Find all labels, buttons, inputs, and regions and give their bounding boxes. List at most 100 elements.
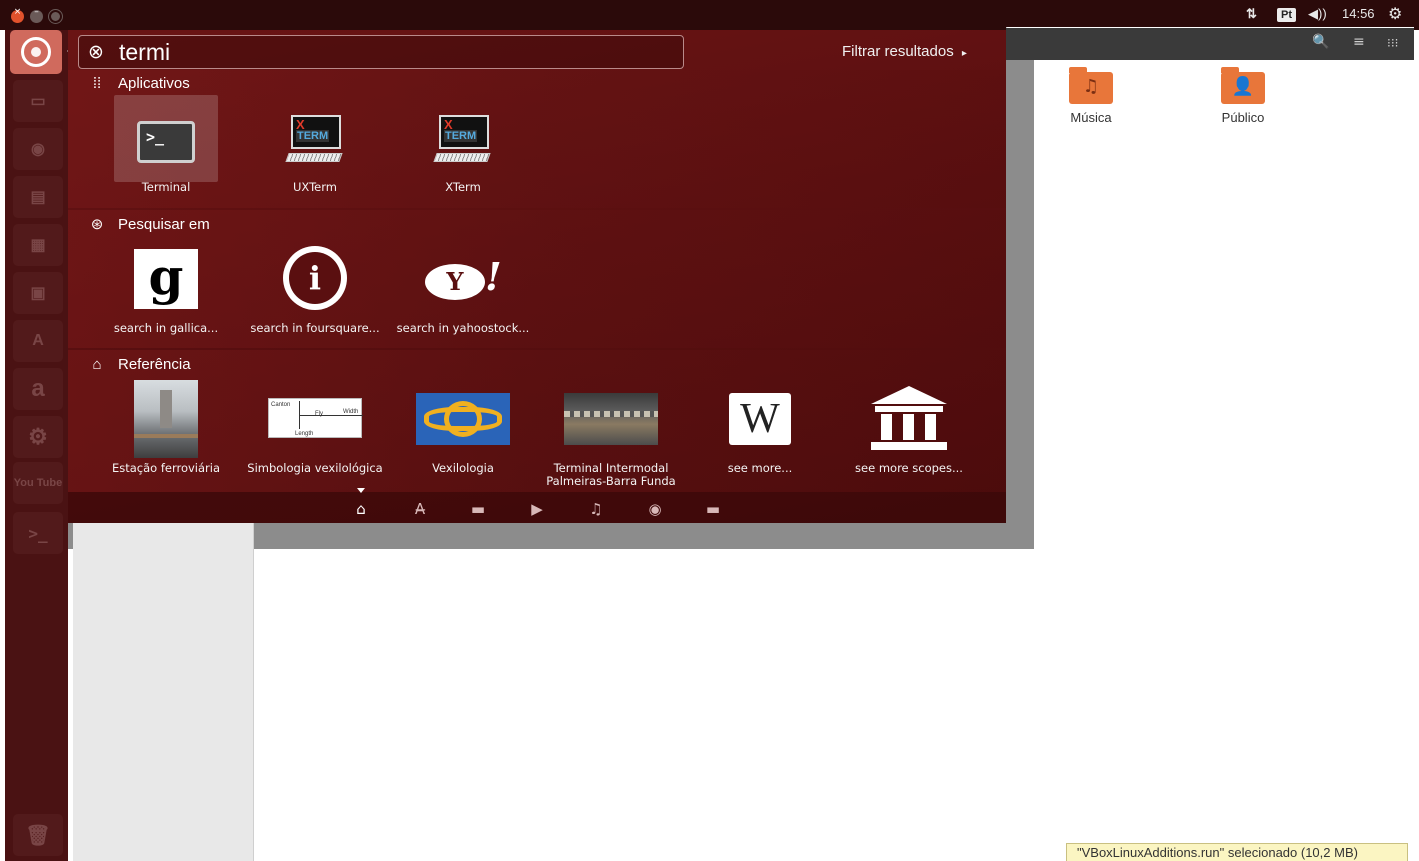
software-center-icon: A — [32, 332, 44, 349]
calc-icon: ▦ — [30, 237, 46, 254]
lower-window — [68, 549, 1414, 861]
trash-icon: 🗑 — [25, 824, 51, 847]
filter-results-button[interactable]: Filtrar resultados ▸ — [842, 43, 967, 60]
minimize-icon: – — [34, 7, 39, 17]
session-gear-icon[interactable]: ⚙ — [1388, 4, 1402, 24]
launcher-item-system-settings[interactable]: ⚙ — [13, 416, 63, 458]
folder-label: Público — [1221, 110, 1265, 125]
top-panel: × – ⇅ Pt ◀)) 14:56 ⚙ — [0, 0, 1419, 30]
terminal-photo — [564, 393, 658, 445]
gallica-icon: g — [134, 249, 198, 309]
window-frame — [1006, 60, 1034, 549]
launcher-item-terminal[interactable]: >_ — [13, 512, 63, 554]
public-folder-icon: 👤 — [1221, 67, 1265, 104]
settings-icon: ⚙ — [28, 424, 48, 449]
result-label: see more scopes... — [855, 461, 963, 475]
impress-icon: ▣ — [30, 285, 46, 302]
result-label: search in yahoostock... — [396, 321, 530, 335]
search-in-category-icon: ⊛ — [90, 216, 104, 233]
writer-icon: ▤ — [30, 189, 46, 206]
folder-label: Música — [1070, 110, 1112, 125]
reference-result-simbologia[interactable]: Canton Fly Width Length Simbologia vexil… — [245, 380, 385, 480]
window-maximize-button[interactable] — [49, 10, 62, 23]
section-header-search-in[interactable]: ⊛ Pesquisar em — [88, 215, 210, 234]
active-lens-indicator — [357, 488, 365, 493]
search-in-yahoostock[interactable]: Y ! search in yahoostock... — [393, 246, 533, 346]
result-label: search in foursquare... — [250, 321, 380, 335]
xterm-icon: X TERM — [433, 115, 491, 165]
vexillology-flag-image — [416, 393, 510, 445]
clock[interactable]: 14:56 — [1342, 6, 1375, 21]
result-label: UXTerm — [293, 180, 337, 194]
firefox-icon: ◉ — [31, 141, 45, 158]
app-result-uxterm[interactable]: X TERM UXTerm — [245, 115, 385, 218]
music-lens-icon[interactable]: ♫ — [584, 500, 608, 518]
section-title: Pesquisar em — [118, 215, 210, 233]
launcher-item-writer[interactable]: ▤ — [13, 176, 63, 218]
video-lens-icon[interactable]: ▶ — [525, 500, 549, 518]
wikipedia-icon: W — [729, 393, 791, 445]
app-result-terminal[interactable]: >_ Terminal — [96, 118, 236, 218]
triangle-right-icon: ▸ — [961, 48, 967, 59]
dash-search-box[interactable]: ⊗ — [78, 35, 684, 69]
apps-category-icon: ⁞⁞ — [92, 75, 102, 92]
section-header-apps[interactable]: ⁞⁞ Aplicativos — [88, 75, 190, 92]
result-label: XTerm — [445, 180, 481, 194]
search-in-gallica[interactable]: g search in gallica... — [96, 246, 236, 346]
list-view-icon[interactable]: ≡ — [1353, 34, 1365, 50]
window-minimize-button[interactable]: – — [30, 7, 43, 23]
result-label: Vexilologia — [432, 461, 494, 475]
ubuntu-logo-icon — [21, 37, 51, 67]
photos-lens-icon[interactable]: ◉ — [643, 500, 667, 518]
folder-musica[interactable]: ♫ Música — [1046, 67, 1136, 125]
search-icon[interactable]: 🔍 — [1312, 34, 1329, 50]
station-photo — [134, 380, 198, 458]
amazon-icon: a — [31, 375, 45, 402]
launcher-item-firefox[interactable]: ◉ — [13, 128, 63, 170]
reference-result-terminal-intermodal[interactable]: Terminal Intermodal Palmeiras-Barra Fund… — [541, 380, 681, 488]
launcher-dash-button[interactable] — [10, 30, 62, 74]
grid-view-icon[interactable]: ⁝⁝⁝ — [1387, 36, 1398, 50]
youtube-icon: You Tube — [13, 476, 63, 489]
close-icon: × — [13, 7, 22, 17]
music-folder-icon: ♫ — [1069, 67, 1113, 104]
dash: ⊗ Filtrar resultados ▸ ⁞⁞ Aplicativos >_… — [68, 30, 1006, 523]
app-result-xterm[interactable]: X TERM XTerm — [393, 115, 533, 218]
launcher-item-software-center[interactable]: A — [13, 320, 63, 362]
result-label: Simbologia vexilológica — [247, 461, 383, 475]
section-header-reference[interactable]: ⌂ Referência — [88, 356, 191, 373]
scopes-building-icon — [869, 386, 949, 452]
sound-icon[interactable]: ◀)) — [1308, 6, 1327, 22]
lower-window-sidebar — [73, 523, 254, 861]
folder-publico[interactable]: 👤 Público — [1198, 67, 1288, 125]
files-lens-icon[interactable]: ▬ — [466, 500, 490, 518]
keyboard-language-indicator[interactable]: Pt — [1277, 8, 1296, 22]
reference-category-icon: ⌂ — [92, 356, 102, 373]
result-label: Terminal — [141, 180, 191, 194]
result-label: Estação ferroviária — [111, 461, 221, 475]
home-lens-icon[interactable]: ⌂ — [349, 500, 373, 518]
section-title: Referência — [118, 356, 191, 373]
launcher-item-impress[interactable]: ▣ — [13, 272, 63, 314]
reference-result-vexilologia[interactable]: Vexilologia — [393, 380, 533, 480]
reference-see-more[interactable]: W see more... — [690, 380, 830, 480]
reference-see-more-scopes[interactable]: see more scopes... — [839, 380, 979, 480]
window-close-button[interactable]: × — [11, 7, 24, 23]
search-in-foursquare[interactable]: i search in foursquare... — [245, 246, 385, 346]
applications-lens-icon[interactable]: A̶ — [408, 500, 432, 518]
clear-search-icon[interactable]: ⊗ — [88, 41, 104, 63]
file-manager-toolbar-edge — [1006, 28, 1034, 60]
launcher-item-calc[interactable]: ▦ — [13, 224, 63, 266]
reference-result-estacao[interactable]: Estação ferroviária — [96, 380, 236, 480]
yahoo-icon: Y ! — [423, 254, 503, 304]
launcher-item-trash[interactable]: 🗑 — [13, 814, 63, 856]
search-input[interactable] — [119, 37, 659, 67]
terminal-icon: >_ — [28, 523, 48, 543]
launcher-item-amazon[interactable]: a — [13, 368, 63, 410]
result-label: see more... — [727, 461, 793, 475]
launcher-item-youtube[interactable]: You Tube — [13, 462, 63, 504]
flag-diagram-image: Canton Fly Width Length — [268, 398, 363, 438]
launcher-item-files[interactable]: ▭ — [13, 80, 63, 122]
network-arrows-icon[interactable]: ⇅ — [1246, 6, 1257, 22]
social-lens-icon[interactable]: ▬ — [701, 500, 725, 518]
